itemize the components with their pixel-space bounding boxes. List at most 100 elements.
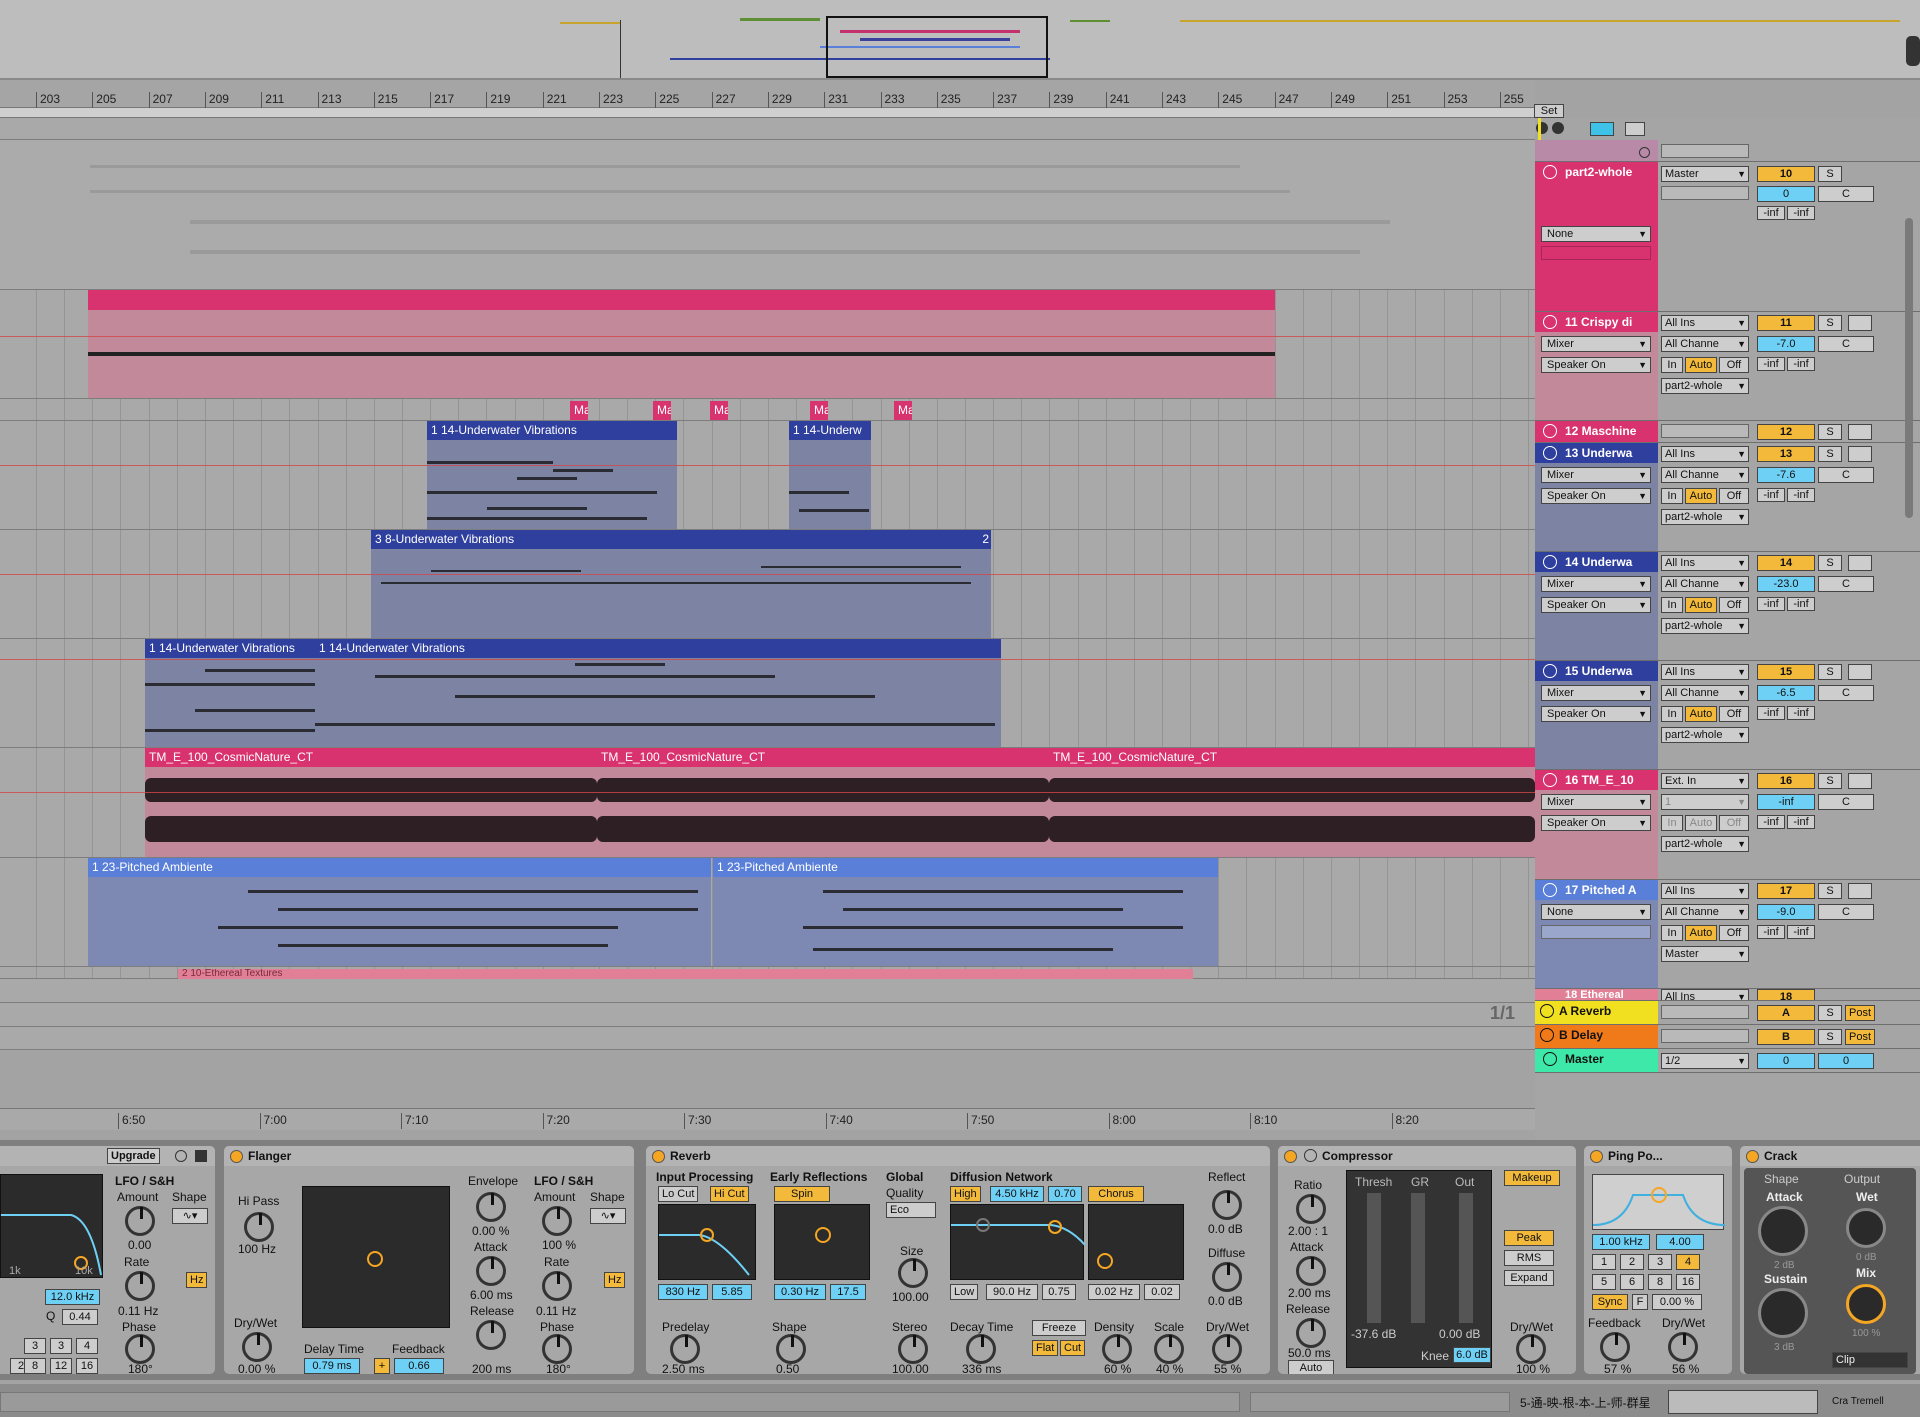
fold-icon[interactable] [1304, 1149, 1317, 1162]
lane-18-ethereal[interactable]: 2 10-Ethereal Textures [0, 967, 1535, 979]
mixer-select[interactable]: Mixer [1541, 794, 1651, 810]
beat-3[interactable]: 3 [1648, 1254, 1672, 1270]
clip-underwater[interactable]: 1 14-Underw [789, 421, 871, 529]
shape-select[interactable]: ∿▾ [172, 1208, 208, 1224]
track-number[interactable]: 16 [1757, 773, 1815, 789]
clip-ethereal[interactable]: 2 10-Ethereal Textures [178, 969, 1193, 979]
volume[interactable]: -23.0 [1757, 576, 1815, 592]
rate-knob[interactable] [542, 1271, 572, 1301]
device-ping-pong[interactable]: Ping Po... 1.00 kHz 4.00 1 2 3 4 5 6 8 1… [1584, 1146, 1732, 1374]
hot-swap-icon[interactable] [175, 1150, 187, 1162]
beat-1[interactable]: 1 [1592, 1254, 1616, 1270]
clip-crispy[interactable] [88, 290, 1275, 398]
return-b[interactable]: B Delay B S Post [1535, 1025, 1920, 1049]
track-13[interactable]: 13 Underwa Mixer Speaker On All Ins All … [1535, 443, 1920, 552]
drywet-knob[interactable] [1668, 1332, 1698, 1362]
upgrade-button[interactable]: Upgrade [107, 1148, 160, 1164]
solo-button[interactable]: S [1818, 1005, 1842, 1021]
lane-13-underwater[interactable]: 1 14-Underwater Vibrations 1 14-Underw [0, 421, 1535, 530]
lane-part2-whole[interactable] [0, 140, 1535, 290]
sustain-knob[interactable] [1758, 1288, 1808, 1338]
attack-knob[interactable] [476, 1256, 506, 1286]
output-select[interactable]: part2-whole [1661, 618, 1749, 634]
clip-pitched-ambiente[interactable]: 1 23-Pitched Ambiente [88, 858, 711, 966]
monitor-auto[interactable]: Auto [1685, 815, 1717, 831]
beat-8[interactable]: 8 [1648, 1274, 1672, 1290]
low-button[interactable]: Low [950, 1284, 979, 1300]
track-15[interactable]: 15 Underwa Mixer Speaker On All Ins All … [1535, 661, 1920, 770]
spin-rate[interactable]: 0.30 Hz [774, 1284, 826, 1300]
diffusion-display[interactable] [950, 1204, 1086, 1280]
phase-knob[interactable] [125, 1334, 155, 1364]
rate-knob[interactable] [125, 1271, 155, 1301]
ping-filter-display[interactable] [1592, 1174, 1726, 1230]
fold-icon[interactable] [1543, 446, 1557, 460]
drywet-knob[interactable] [242, 1332, 272, 1362]
input-select[interactable]: All Ins [1661, 555, 1749, 571]
track-17[interactable]: 17 Pitched A None All Ins All Channe In … [1535, 880, 1920, 989]
clip-maschine[interactable]: Ma [570, 401, 588, 420]
device-reverb[interactable]: Reverb Input Processing Lo Cut Hi Cut 83… [646, 1146, 1270, 1374]
clip-select[interactable]: Clip [1832, 1352, 1908, 1368]
slope-button[interactable]: 12 [50, 1358, 72, 1374]
arrangement-view[interactable]: Ma Ma Ma Ma Ma 1 14-Underwater Vibration… [0, 118, 1535, 1050]
speaker-select[interactable]: Speaker On [1541, 706, 1651, 722]
master-track[interactable]: Master 1/2 0 0 [1535, 1049, 1920, 1073]
feedback-box[interactable]: 0.66 [394, 1358, 444, 1374]
beat-16[interactable]: 16 [1676, 1274, 1700, 1290]
speaker-select[interactable]: Speaker On [1541, 597, 1651, 613]
beat-4[interactable]: 4 [1676, 1254, 1700, 1270]
solo-button[interactable]: S [1818, 166, 1842, 182]
time-ruler[interactable]: 6:50 7:00 7:10 7:20 7:30 7:40 7:50 8:00 8:10 8:20 [0, 1108, 1535, 1130]
device-auto-filter[interactable]: Upgrade 1k 10k LFO / S&H Amount Shape ∿▾… [0, 1146, 215, 1374]
filter-display[interactable]: 1k 10k [0, 1174, 103, 1278]
play-icon[interactable] [1540, 1028, 1554, 1042]
high-amount[interactable]: 0.70 [1048, 1186, 1082, 1202]
locut-button[interactable]: Lo Cut [658, 1186, 699, 1202]
hicut-freq[interactable]: 5.85 [712, 1284, 752, 1300]
pan[interactable]: C [1818, 794, 1874, 810]
power-icon[interactable] [1284, 1150, 1297, 1163]
amount-knob[interactable] [125, 1206, 155, 1236]
locut-freq[interactable]: 830 Hz [658, 1284, 708, 1300]
arm-button[interactable] [1848, 883, 1872, 899]
mixer-select[interactable]: Mixer [1541, 576, 1651, 592]
clip-maschine[interactable]: Ma [710, 401, 728, 420]
low-amount[interactable]: 0.75 [1042, 1284, 1076, 1300]
clip-maschine[interactable]: Ma [894, 401, 912, 420]
solo-button[interactable]: S [1818, 446, 1842, 462]
volume[interactable]: -9.0 [1757, 904, 1815, 920]
input-select[interactable]: All Ins [1661, 664, 1749, 680]
solo-button[interactable]: S [1818, 883, 1842, 899]
speaker-select[interactable]: Speaker On [1541, 488, 1651, 504]
drywet-knob[interactable] [1516, 1334, 1546, 1364]
fold-icon[interactable] [1543, 883, 1557, 897]
slope-button[interactable]: 4 [76, 1338, 98, 1354]
output-select[interactable]: part2-whole [1661, 727, 1749, 743]
device-thumbnails[interactable] [1668, 1390, 1818, 1414]
lane-17-pitched[interactable]: 1 23-Pitched Ambiente 1 23-Pitched Ambie… [0, 858, 1535, 967]
track-16[interactable]: 16 TM_E_10 Mixer Speaker On Ext. In 1 In… [1535, 770, 1920, 880]
monitor-in[interactable]: In [1661, 925, 1683, 941]
input-select[interactable]: All Ins [1661, 446, 1749, 462]
track-14[interactable]: 14 Underwa Mixer Speaker On All Ins All … [1535, 552, 1920, 661]
route-select[interactable]: None [1541, 226, 1651, 242]
slope-button[interactable]: 3 [50, 1338, 72, 1354]
track-11[interactable]: 11 Crispy di Mixer Speaker On All Ins Al… [1535, 312, 1920, 421]
power-icon[interactable] [1590, 1150, 1603, 1163]
scale-knob[interactable] [1154, 1334, 1184, 1364]
loop-bar[interactable] [0, 108, 1535, 118]
reflect-knob[interactable] [1212, 1190, 1242, 1220]
pan[interactable]: C [1818, 904, 1874, 920]
peak-button[interactable]: Peak [1504, 1230, 1554, 1246]
monitor-auto[interactable]: Auto [1685, 925, 1717, 941]
predelay-knob[interactable] [670, 1334, 700, 1364]
flat-button[interactable]: Flat [1032, 1340, 1059, 1356]
volume[interactable]: 0 [1757, 186, 1815, 202]
master-pan[interactable]: 0 [1818, 1053, 1874, 1069]
chorus-rate[interactable]: 0.02 Hz [1088, 1284, 1140, 1300]
clip-maschine[interactable]: Ma [810, 401, 828, 420]
arm-button[interactable] [1848, 773, 1872, 789]
decay-knob[interactable] [966, 1334, 996, 1364]
pan[interactable]: C [1818, 685, 1874, 701]
